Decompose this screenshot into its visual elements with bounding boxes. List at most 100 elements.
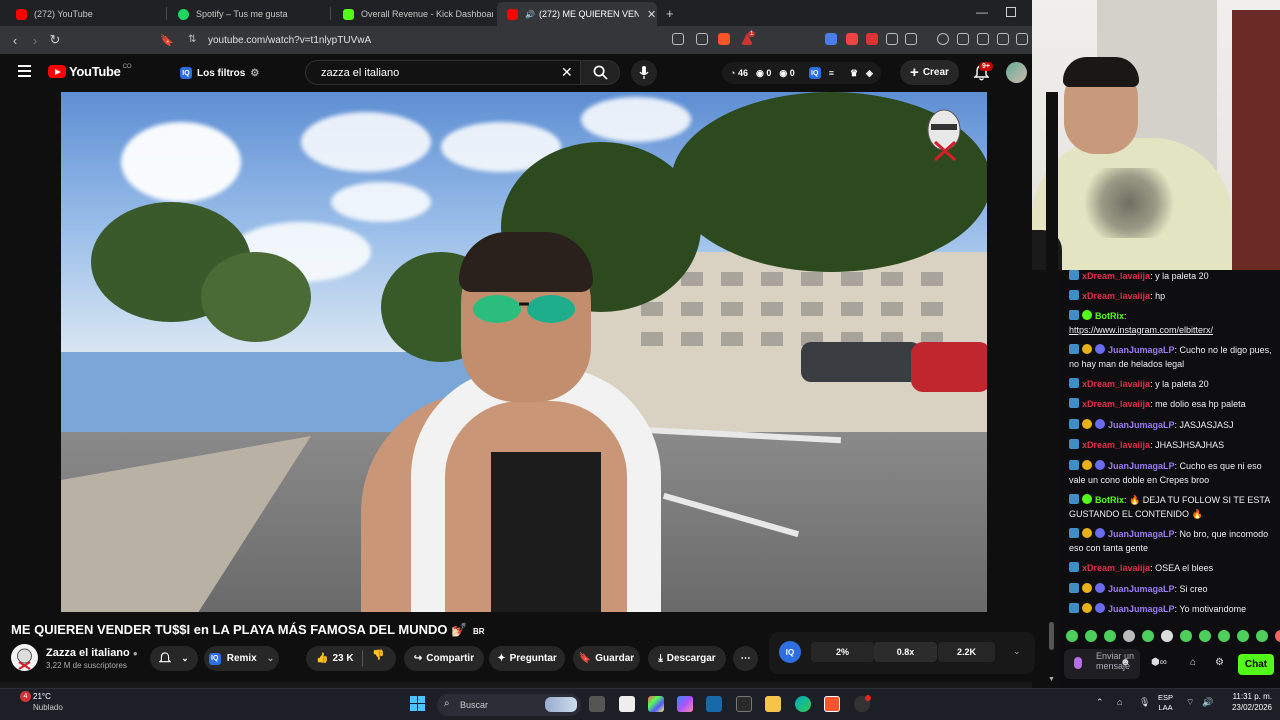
- back-icon[interactable]: ‹: [6, 31, 24, 49]
- chat-username[interactable]: JuanJumagaLP: [1108, 345, 1175, 355]
- search-input[interactable]: zazza el italiano ✕: [305, 60, 585, 85]
- save-button[interactable]: 🔖 Guardar: [573, 646, 640, 671]
- windows-start-icon[interactable]: [410, 696, 426, 712]
- url-field[interactable]: ⇅ youtube.com/watch?v=t1nlypTUVwA: [178, 29, 738, 51]
- task-view-icon[interactable]: [589, 696, 605, 712]
- page-scrollbar[interactable]: ▼: [1046, 92, 1058, 688]
- download-button[interactable]: ⤓ Descargar: [648, 646, 726, 671]
- gear-icon[interactable]: ⚙: [1215, 657, 1224, 668]
- minimize-icon[interactable]: —: [976, 5, 988, 19]
- subscribed-bell-button[interactable]: ⌄: [150, 646, 198, 671]
- leo-ai-icon[interactable]: [997, 33, 1009, 45]
- wifi-icon[interactable]: ⌔: [1186, 697, 1194, 708]
- filters-button[interactable]: IQ Los filtros ⚙: [172, 62, 267, 84]
- chat-username[interactable]: xDream_lavaiija: [1082, 379, 1150, 389]
- copilot-icon[interactable]: [677, 696, 693, 712]
- extension-icon[interactable]: [846, 33, 858, 45]
- chevron-up-icon[interactable]: ⌃: [1096, 697, 1104, 708]
- terminal-icon[interactable]: [736, 696, 752, 712]
- chat-username[interactable]: JuanJumagaLP: [1108, 604, 1175, 614]
- chat-username[interactable]: xDream_lavaiija: [1082, 399, 1150, 409]
- chat-username[interactable]: xDream_lavaiija: [1082, 291, 1150, 301]
- palette-icon[interactable]: ◈: [866, 68, 873, 79]
- emote-icon[interactable]: [1085, 630, 1097, 642]
- chat-message-input[interactable]: Enviar un mensaje ☻: [1064, 649, 1140, 679]
- channel-name[interactable]: Zazza el italiano ●: [46, 647, 138, 659]
- brave-icon[interactable]: [824, 696, 840, 712]
- photos-icon[interactable]: [648, 696, 664, 712]
- bookmark-icon[interactable]: 🔖: [158, 31, 176, 49]
- emote-icon[interactable]: [1199, 630, 1211, 642]
- share-button[interactable]: ↪ Compartir: [404, 646, 484, 671]
- menu-icon[interactable]: [18, 65, 31, 77]
- brave-shield-icon[interactable]: [718, 33, 730, 45]
- iq-extension-icon[interactable]: IQ: [808, 67, 821, 79]
- emote-icon[interactable]: [1180, 630, 1192, 642]
- create-button[interactable]: + Crear: [900, 60, 959, 85]
- translate-extension-icon[interactable]: [825, 33, 837, 45]
- video-player[interactable]: [61, 92, 987, 612]
- site-settings-icon[interactable]: ⇅: [188, 34, 196, 45]
- language-indicator[interactable]: ESP LAA: [1158, 693, 1173, 713]
- award-icon[interactable]: ♛: [850, 68, 858, 79]
- extension-icon[interactable]: [866, 33, 878, 45]
- chat-username[interactable]: JuanJumagaLP: [1108, 461, 1175, 471]
- list-icon[interactable]: ≡: [829, 68, 834, 78]
- microphone-icon[interactable]: 🎙: [1139, 697, 1150, 708]
- emote-icon[interactable]: [1066, 630, 1078, 642]
- clear-search-icon[interactable]: ✕: [561, 64, 573, 81]
- emote-icon[interactable]: [1104, 630, 1116, 642]
- search-button[interactable]: [580, 60, 620, 85]
- emote-icon[interactable]: [1256, 630, 1268, 642]
- taskbar-search[interactable]: ⌕ Buscar: [437, 694, 581, 716]
- store-icon[interactable]: ⌂: [1190, 657, 1196, 668]
- chevron-down-icon[interactable]: ⌄: [1013, 646, 1021, 657]
- cast-icon[interactable]: [672, 33, 684, 45]
- moderation-icon[interactable]: ⬢∞: [1151, 657, 1167, 668]
- chat-username[interactable]: xDream_lavaiija: [1082, 563, 1150, 573]
- emote-icon[interactable]: [1123, 630, 1135, 642]
- maximize-icon[interactable]: [1006, 7, 1016, 17]
- channel-avatar[interactable]: [11, 644, 38, 671]
- chat-username[interactable]: xDream_lavaiija: [1082, 440, 1150, 450]
- tab-kick-dashboard[interactable]: Overall Revenue - Kick Dashboard: [333, 2, 493, 26]
- chat-username[interactable]: JuanJumagaLP: [1108, 529, 1175, 539]
- weather-widget[interactable]: 21°C Nublado: [33, 691, 63, 713]
- emote-icon[interactable]: [1142, 630, 1154, 642]
- emote-icon[interactable]: [1161, 630, 1173, 642]
- voice-search-button[interactable]: [631, 60, 657, 86]
- taskbar-clock[interactable]: 11:31 p. m. 23/02/2026: [1220, 691, 1272, 713]
- like-button[interactable]: 👍 23 K 👎: [306, 646, 396, 671]
- chat-username[interactable]: BotRix: [1095, 311, 1124, 321]
- chat-username[interactable]: JuanJumagaLP: [1108, 584, 1175, 594]
- tab-youtube[interactable]: (272) YouTube: [6, 2, 166, 26]
- iq-logo-icon[interactable]: IQ: [779, 641, 801, 663]
- chat-username[interactable]: JuanJumagaLP: [1108, 420, 1175, 430]
- sidebar-icon[interactable]: [957, 33, 969, 45]
- emote-icon[interactable]: [1275, 630, 1280, 642]
- reload-icon[interactable]: ↻: [46, 31, 64, 49]
- emote-icon[interactable]: [1237, 630, 1249, 642]
- chat-link[interactable]: https://www.instagram.com/elbitterx/: [1069, 325, 1213, 335]
- thumbs-down-icon[interactable]: 👎: [372, 650, 384, 661]
- screenshot-icon[interactable]: [905, 33, 917, 45]
- forward-icon[interactable]: ›: [26, 31, 44, 49]
- more-actions-button[interactable]: ⋯: [733, 646, 758, 671]
- vpn-icon[interactable]: [1016, 33, 1028, 45]
- emoji-icon[interactable]: ☻: [1120, 658, 1131, 668]
- store-icon[interactable]: [706, 696, 722, 712]
- extensions-puzzle-icon[interactable]: [886, 33, 898, 45]
- youtube-logo[interactable]: YouTube CO: [48, 64, 132, 79]
- edge-icon[interactable]: [795, 696, 811, 712]
- tab-active-video[interactable]: 🔊 (272) ME QUIEREN VENDER T ✕: [497, 2, 657, 26]
- remix-button[interactable]: IQ Remix ⌄: [204, 646, 279, 671]
- network-icon[interactable]: ⌂: [1117, 697, 1122, 707]
- chat-username[interactable]: BotRix: [1095, 495, 1124, 505]
- ask-button[interactable]: ✦ Preguntar: [489, 646, 565, 671]
- wallet-icon[interactable]: [977, 33, 989, 45]
- account-avatar[interactable]: [1006, 62, 1027, 83]
- chat-send-button[interactable]: Chat: [1238, 654, 1274, 675]
- microphone-icon[interactable]: [1074, 657, 1082, 669]
- music-icon[interactable]: [937, 33, 949, 45]
- emote-icon[interactable]: [1218, 630, 1230, 642]
